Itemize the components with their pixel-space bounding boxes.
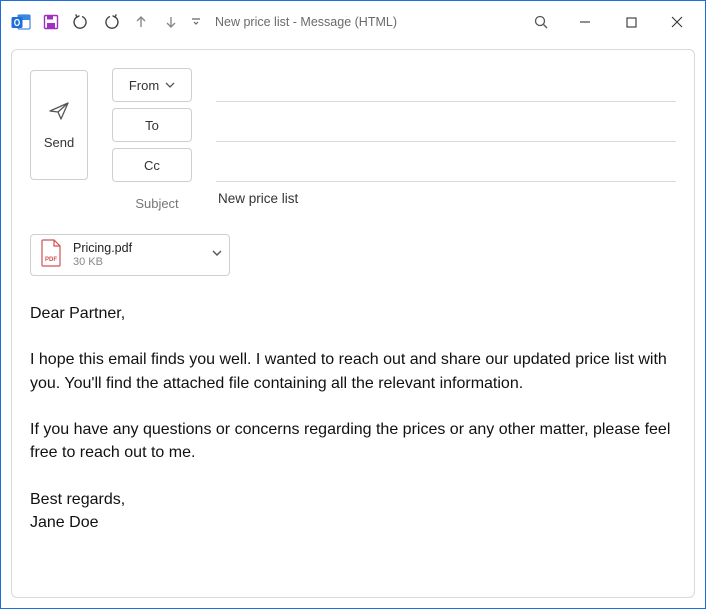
subject-label: Subject xyxy=(112,196,202,211)
close-button[interactable] xyxy=(655,7,699,37)
maximize-button[interactable] xyxy=(609,7,653,37)
send-icon xyxy=(48,100,70,125)
move-up-button[interactable] xyxy=(127,8,155,36)
search-button[interactable] xyxy=(521,8,561,36)
attachment-size: 30 KB xyxy=(73,256,201,269)
save-button[interactable] xyxy=(37,8,65,36)
compose-header: Send From To Cc Subject New price list xyxy=(30,68,676,218)
subject-field[interactable]: New price list xyxy=(216,188,676,218)
message-body[interactable]: Dear Partner, I hope this email finds yo… xyxy=(30,302,676,534)
attachment-chip[interactable]: PDF Pricing.pdf 30 KB xyxy=(30,234,230,276)
cc-button[interactable]: Cc xyxy=(112,148,192,182)
send-button[interactable]: Send xyxy=(30,70,88,180)
attachment-name: Pricing.pdf xyxy=(73,241,201,255)
chevron-down-icon[interactable] xyxy=(211,246,223,264)
customize-toolbar-button[interactable] xyxy=(187,8,205,36)
from-button[interactable]: From xyxy=(112,68,192,102)
attachment-info: Pricing.pdf 30 KB xyxy=(73,241,201,268)
from-label: From xyxy=(129,78,159,93)
pdf-file-icon: PDF xyxy=(39,239,63,272)
chevron-down-icon xyxy=(165,78,175,93)
cc-label: Cc xyxy=(144,158,160,173)
compose-window: Send From To Cc Subject New price list P… xyxy=(11,49,695,598)
move-down-button[interactable] xyxy=(157,8,185,36)
to-field[interactable] xyxy=(216,108,676,142)
from-field[interactable] xyxy=(216,68,676,102)
minimize-button[interactable] xyxy=(563,7,607,37)
window-title: New price list - Message (HTML) xyxy=(215,15,397,29)
to-label: To xyxy=(145,118,159,133)
svg-text:PDF: PDF xyxy=(45,257,57,263)
to-button[interactable]: To xyxy=(112,108,192,142)
redo-button[interactable] xyxy=(97,8,125,36)
undo-button[interactable] xyxy=(67,8,95,36)
outlook-app-icon xyxy=(7,8,35,36)
title-bar: New price list - Message (HTML) xyxy=(1,1,705,43)
send-label: Send xyxy=(44,135,74,150)
cc-field[interactable] xyxy=(216,148,676,182)
